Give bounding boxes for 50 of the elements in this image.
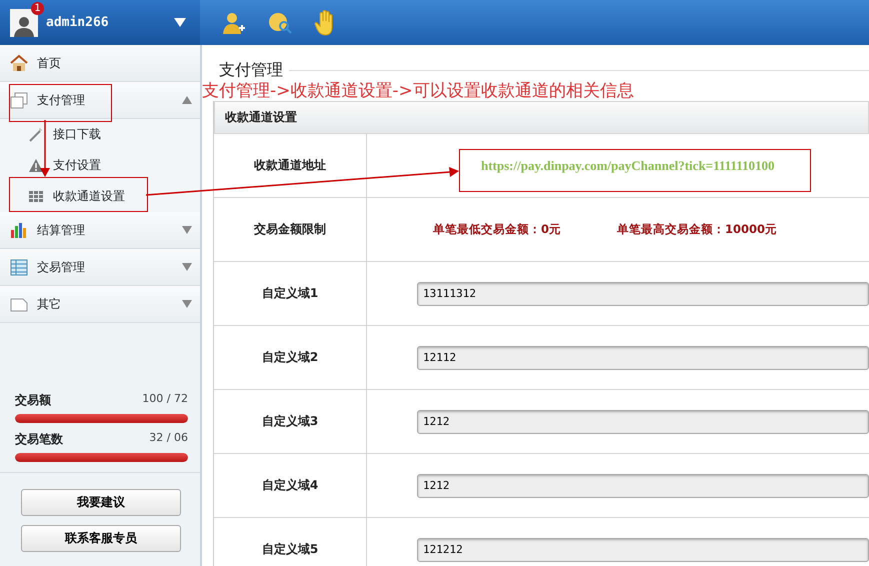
stat-label: 交易笔数 (15, 431, 63, 448)
expand-caret-icon[interactable] (182, 226, 192, 234)
input-field[interactable]: 1212 (417, 410, 869, 434)
coin-search-icon[interactable] (268, 10, 292, 34)
submenu-item[interactable]: 收款通道设置 (0, 181, 200, 212)
row-label: 自定义域2 (214, 326, 367, 389)
wand-icon (29, 128, 43, 142)
row-label: 收款通道地址 (214, 134, 367, 197)
action-button[interactable]: 我要建议 (21, 489, 181, 516)
row-label: 交易金额限制 (214, 198, 367, 261)
grid-icon (29, 191, 43, 202)
annotation-arrow (40, 120, 50, 177)
pages-icon (10, 92, 28, 108)
panel-header: 收款通道设置 (214, 101, 869, 134)
submenu-item[interactable]: 接口下载 (0, 119, 200, 150)
page-title: 支付管理 (218, 60, 284, 81)
stat-label: 交易额 (15, 392, 51, 409)
bar-chart-icon (10, 222, 28, 238)
input-field[interactable]: 1212 (417, 474, 869, 498)
row-label: 自定义域1 (214, 262, 367, 325)
row-label: 自定义域3 (214, 390, 367, 453)
stat-reading: 100 / 72 (142, 392, 188, 407)
sidebar-item[interactable]: 支付管理 (0, 82, 200, 119)
input-field[interactable]: 121212 (417, 538, 869, 562)
limit-text: 单笔最低交易金额：0元 (433, 222, 562, 237)
sidebar-item[interactable]: 其它 (0, 286, 200, 323)
dropdown-caret-icon[interactable] (174, 18, 186, 27)
sidebar-item[interactable]: 交易管理 (0, 249, 200, 286)
notification-badge: 1 (31, 2, 44, 15)
channel-url: https://pay.dinpay.com/payChannel?tick=1111110100 (481, 158, 774, 174)
input-field[interactable]: 12112 (417, 346, 869, 370)
limit-text: 单笔最高交易金额：10000元 (617, 222, 778, 237)
sidebar-item[interactable]: 结算管理 (0, 212, 200, 249)
expand-caret-icon[interactable] (182, 263, 192, 271)
home-icon (10, 54, 28, 72)
expand-caret-icon[interactable] (182, 300, 192, 308)
table-icon (10, 258, 28, 276)
collapse-caret-icon[interactable] (182, 96, 192, 104)
action-button[interactable]: 联系客服专员 (21, 525, 181, 552)
add-user-icon[interactable] (222, 10, 246, 34)
username: admin266 (46, 15, 109, 30)
sidebar-item[interactable]: 首页 (0, 45, 200, 82)
annotation-text: 支付管理->收款通道设置->可以设置收款通道的相关信息 (202, 81, 635, 101)
row-label: 自定义域5 (214, 518, 367, 566)
submenu-item[interactable]: 支付设置 (0, 150, 200, 181)
stat-reading: 32 / 06 (149, 431, 188, 446)
document-icon (10, 296, 28, 312)
input-field[interactable]: 13111312 (417, 282, 869, 306)
warning-icon (29, 159, 43, 172)
row-label: 自定义域4 (214, 454, 367, 517)
